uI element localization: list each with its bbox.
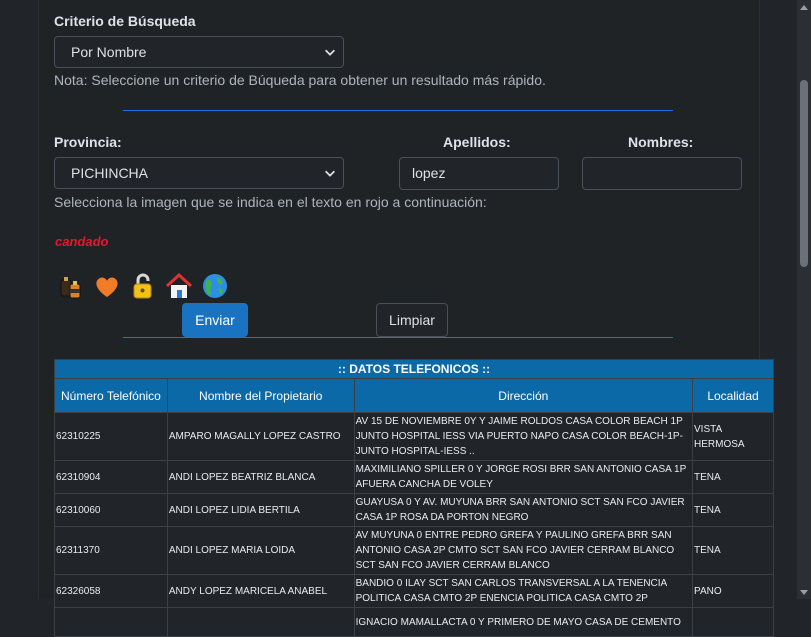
criterio-select[interactable]: Por Nombre [54, 36, 344, 68]
locality-cell: TENA [692, 493, 774, 527]
page-scrollbar[interactable] [797, 0, 811, 599]
scrollbar-thumb[interactable] [800, 80, 808, 267]
provincia-label: Provincia: [54, 134, 122, 150]
enviar-button[interactable]: Enviar [182, 303, 248, 337]
nombres-input[interactable] [582, 157, 742, 190]
nombres-label: Nombres: [628, 134, 694, 150]
table-caption: :: DATOS TELEFONICOS :: [54, 359, 774, 379]
results-table: :: DATOS TELEFONICOS :: Número Telefónic… [54, 359, 774, 637]
owner-cell: ANDI LOPEZ LIDIA BERTILA [166, 493, 355, 527]
criterio-note: Nota: Seleccione un criterio de Búqueda … [54, 72, 546, 88]
table-row: 62310225 AMPARO MAGALLY LOPEZ CASTRO AV … [54, 412, 774, 461]
phone-cell: 62326058 [54, 574, 168, 608]
locality-cell: TENA [692, 526, 774, 575]
owner-cell: ANDY LOPEZ MARICELA ANABEL [166, 574, 355, 608]
owner-cell: ANDI LOPEZ BEATRIZ BLANCA [166, 460, 355, 494]
table-row: IGNACIO MAMALLACTA 0 Y PRIMERO DE MAYO C… [54, 607, 774, 637]
divider [123, 337, 673, 338]
address-cell: AV MUYUNA 0 ENTRE PEDRO GREFA Y PAULINO … [353, 526, 694, 575]
locality-cell [692, 607, 774, 637]
phone-cell: 62310225 [54, 412, 168, 461]
column-header[interactable]: Nombre del Propietario [166, 378, 355, 413]
provincia-selected-value: PICHINCHA [71, 165, 149, 181]
padlock-icon[interactable] [128, 271, 158, 301]
heart-icon[interactable] [92, 271, 122, 301]
phone-cell: 62310060 [54, 493, 168, 527]
table-row: 62310060 ANDI LOPEZ LIDIA BERTILA GUAYUS… [54, 493, 774, 527]
apellidos-label: Apellidos: [443, 134, 511, 150]
locality-cell: VISTA HERMOSA [692, 412, 774, 461]
owner-cell: ANDI LOPEZ MARIA LOIDA [166, 526, 355, 575]
table-row: 62326058 ANDY LOPEZ MARICELA ANABEL BAND… [54, 574, 774, 608]
address-cell: MAXIMILIANO SPILLER 0 Y JORGE ROSI BRR S… [353, 460, 694, 494]
address-cell: AV 15 DE NOVIEMBRE 0Y Y JAIME ROLDOS CAS… [353, 412, 694, 461]
scroll-up-arrow[interactable] [797, 0, 811, 14]
apellidos-input[interactable]: lopez [399, 157, 559, 190]
column-header[interactable]: Número Telefónico [54, 378, 168, 413]
address-cell: IGNACIO MAMALLACTA 0 Y PRIMERO DE MAYO C… [353, 607, 694, 637]
phone-cell: 62311370 [54, 526, 168, 575]
limpiar-button[interactable]: Limpiar [376, 303, 448, 337]
battery-icon[interactable] [56, 271, 86, 301]
owner-cell: AMPARO MAGALLY LOPEZ CASTRO [166, 412, 355, 461]
criterio-selected-value: Por Nombre [71, 44, 147, 60]
chevron-down-icon [325, 170, 335, 177]
globe-icon[interactable] [200, 271, 230, 301]
column-header[interactable]: Localidad [692, 378, 774, 413]
address-cell: BANDIO 0 ILAY SCT SAN CARLOS TRANSVERSAL… [353, 574, 694, 608]
provincia-select[interactable]: PICHINCHA [54, 157, 344, 189]
scroll-down-arrow[interactable] [797, 585, 811, 599]
address-cell: GUAYUSA 0 Y AV. MUYUNA BRR SAN ANTONIO S… [353, 493, 694, 527]
house-icon[interactable] [164, 271, 194, 301]
column-header[interactable]: Dirección [353, 378, 694, 413]
table-row: 62311370 ANDI LOPEZ MARIA LOIDA AV MUYUN… [54, 526, 774, 575]
owner-cell [166, 607, 355, 637]
captcha-word: candado [55, 234, 109, 249]
locality-cell: TENA [692, 460, 774, 494]
table-row: 62310904 ANDI LOPEZ BEATRIZ BLANCA MAXIM… [54, 460, 774, 494]
phone-cell: 62310904 [54, 460, 168, 494]
divider [123, 110, 673, 111]
captcha-instruction: Selecciona la imagen que se indica en el… [54, 194, 487, 210]
criterio-label: Criterio de Búsqueda [54, 13, 196, 29]
locality-cell: PANO [692, 574, 774, 608]
phone-cell [54, 607, 168, 637]
chevron-down-icon [325, 49, 335, 56]
